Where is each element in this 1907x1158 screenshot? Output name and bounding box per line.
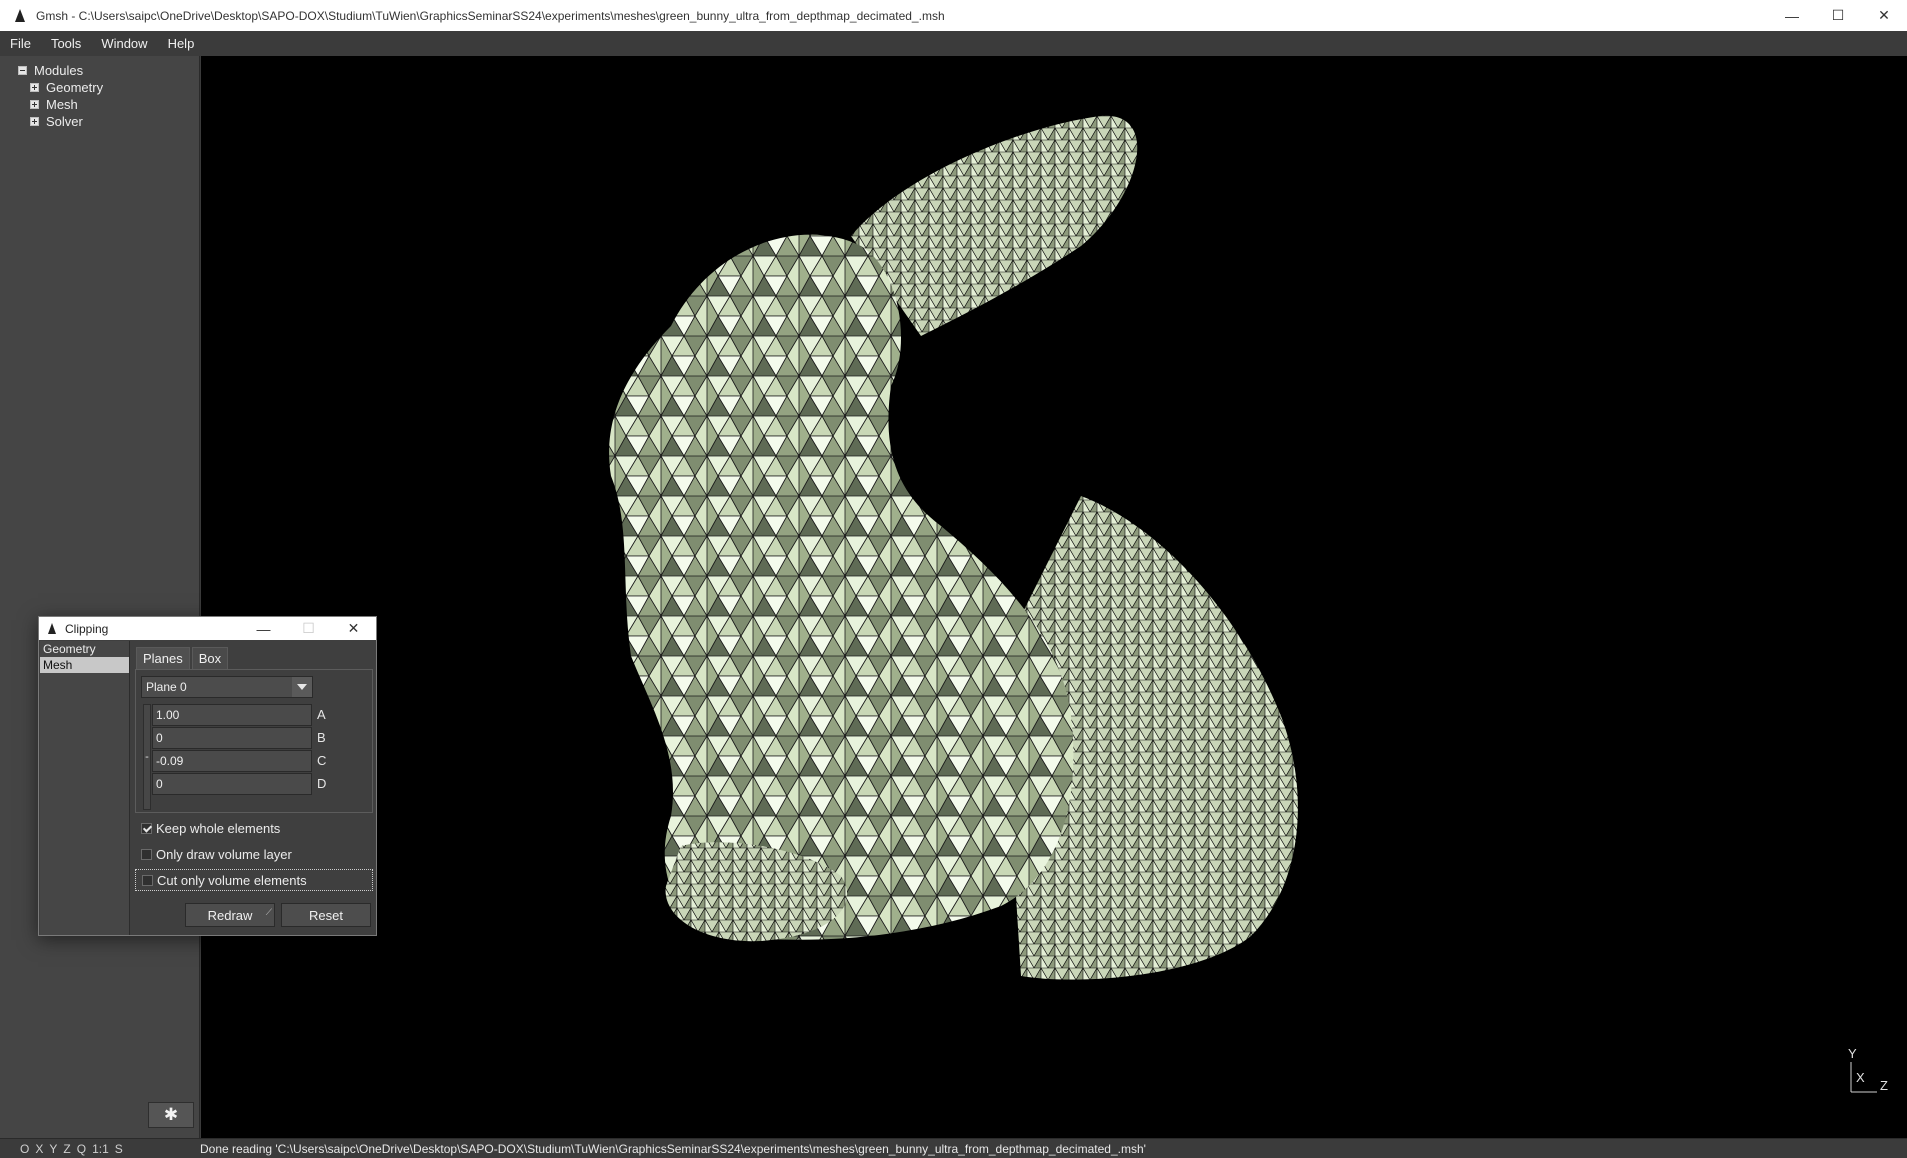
plane-select-value: Plane 0 (146, 680, 187, 694)
view-nav-buttons: O X Y Z Q 1:1 S (20, 1142, 200, 1156)
clipping-title-bar: Clipping — ☐ ✕ (39, 617, 376, 640)
keep-whole-elements-checkbox[interactable] (141, 822, 152, 834)
dialog-close-button[interactable]: ✕ (331, 617, 376, 640)
reset-label: Reset (309, 907, 343, 923)
tree-item-modules[interactable]: Modules (0, 62, 199, 79)
expand-icon[interactable] (30, 117, 39, 126)
keep-whole-elements-option[interactable]: Keep whole elements (135, 817, 373, 839)
axes-lines-icon (1850, 1062, 1877, 1093)
close-button[interactable]: ✕ (1861, 0, 1907, 31)
coef-d-input[interactable]: 0 (152, 773, 312, 795)
clipping-entity-list: Geometry Mesh (40, 641, 130, 935)
chevron-down-icon[interactable] (292, 677, 312, 697)
expand-icon[interactable] (30, 100, 39, 109)
option-label: Cut only volume elements (157, 872, 307, 888)
menu-file[interactable]: File (0, 36, 41, 51)
status-message: Done reading 'C:\Users\saipc\OneDrive\De… (200, 1141, 1146, 1156)
only-draw-volume-layer-option[interactable]: Only draw volume layer (135, 843, 373, 865)
redraw-label: Redraw (207, 907, 253, 923)
clipping-title: Clipping (65, 621, 109, 636)
dialog-window-controls: — ☐ ✕ (241, 617, 376, 640)
gmsh-logo-icon (46, 622, 60, 636)
tab-planes[interactable]: Planes (136, 647, 190, 669)
tree-item-geometry[interactable]: Geometry (0, 79, 199, 96)
mesh-body-region (609, 234, 1074, 940)
bunny-mesh-render (609, 115, 1298, 980)
list-item-mesh[interactable]: Mesh (40, 657, 129, 673)
settings-button[interactable]: ✱ (148, 1102, 194, 1128)
coef-c-input[interactable]: -0.09 (152, 750, 312, 772)
coef-b-input[interactable]: 0 (152, 727, 312, 749)
clipping-tabs: Planes Box (136, 647, 230, 669)
coef-b-label: B (317, 730, 326, 745)
tree-item-label: Solver (46, 114, 83, 129)
view-origin-button[interactable]: O (20, 1142, 29, 1156)
menu-window[interactable]: Window (91, 36, 157, 51)
maximize-button[interactable]: ☐ (1815, 0, 1861, 31)
gmsh-logo-icon (12, 8, 28, 24)
menu-tools[interactable]: Tools (41, 36, 91, 51)
title-bar: Gmsh - C:\Users\saipc\OneDrive\Desktop\S… (0, 0, 1907, 31)
tree-item-solver[interactable]: Solver (0, 113, 199, 130)
gear-icon: ✱ (163, 1105, 179, 1124)
list-item-geometry[interactable]: Geometry (40, 641, 129, 657)
coef-d-label: D (317, 776, 327, 791)
tree-item-label: Modules (34, 63, 84, 78)
coef-c-label: C (317, 753, 327, 768)
status-bar: O X Y Z Q 1:1 S Done reading 'C:\Users\s… (0, 1138, 1907, 1158)
resize-grip-icon: ⟋ (265, 907, 272, 917)
scale-1-1-button[interactable]: 1:1 (92, 1142, 109, 1156)
plane-select[interactable]: Plane 0 (141, 676, 313, 698)
clipping-dialog: Clipping — ☐ ✕ Geometry Mesh Planes Box … (38, 616, 377, 936)
view-y-button[interactable]: Y (49, 1142, 57, 1156)
coef-a-label: A (317, 707, 326, 722)
view-x-button[interactable]: X (35, 1142, 43, 1156)
tab-box[interactable]: Box (191, 647, 229, 669)
collapse-icon[interactable] (18, 66, 27, 75)
dialog-minimize-button[interactable]: — (241, 617, 286, 640)
tree-item-mesh[interactable]: Mesh (0, 96, 199, 113)
select-button[interactable]: S (115, 1142, 123, 1156)
menu-bar: File Tools Window Help (0, 31, 1907, 56)
planes-tab-panel: Plane 0 - 1.00 A 0 B -0.09 C 0 D (135, 669, 373, 813)
tree-item-label: Geometry (46, 80, 104, 95)
window-title: Gmsh - C:\Users\saipc\OneDrive\Desktop\S… (36, 8, 945, 23)
cut-only-volume-elements-checkbox[interactable] (142, 874, 153, 886)
invert-plane-button[interactable]: - (143, 704, 151, 810)
only-draw-volume-layer-checkbox[interactable] (141, 848, 152, 860)
graphics-viewport[interactable] (201, 56, 1907, 1138)
menu-help[interactable]: Help (158, 36, 205, 51)
expand-icon[interactable] (30, 83, 39, 92)
minus-label: - (145, 751, 149, 763)
tree-item-label: Mesh (46, 97, 78, 112)
cut-only-volume-elements-option[interactable]: Cut only volume elements (135, 869, 373, 891)
minimize-button[interactable]: — (1769, 0, 1815, 31)
redraw-button[interactable]: Redraw ⟋ (185, 903, 275, 927)
window-controls: — ☐ ✕ (1769, 0, 1907, 31)
reset-button[interactable]: Reset (281, 903, 371, 927)
option-label: Only draw volume layer (156, 846, 292, 862)
rotate-button[interactable]: Q (77, 1142, 86, 1156)
option-label: Keep whole elements (156, 820, 281, 836)
modules-tree-panel: Modules Geometry Mesh Solver (0, 56, 200, 1138)
axes-indicator: Y X Z (1838, 1046, 1898, 1096)
dialog-maximize-button: ☐ (302, 620, 315, 636)
coef-a-input[interactable]: 1.00 (152, 704, 312, 726)
view-z-button[interactable]: Z (63, 1142, 70, 1156)
